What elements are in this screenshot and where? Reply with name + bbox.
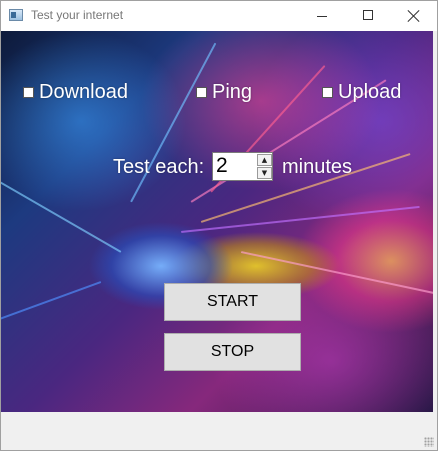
minimize-button[interactable]	[299, 1, 345, 31]
download-checkbox[interactable]: Download	[23, 80, 128, 103]
upload-checkbox[interactable]: Upload	[322, 80, 402, 103]
interval-value[interactable]: 2	[216, 154, 228, 178]
chevron-down-icon: ▼	[261, 169, 268, 177]
window-title: Test your internet	[31, 8, 124, 22]
chevron-up-icon: ▲	[261, 156, 268, 164]
download-checkbox-label: Download	[39, 80, 128, 103]
ping-checkbox[interactable]: Ping	[196, 80, 253, 103]
test-each-label: Test each:	[113, 156, 205, 178]
resize-grip[interactable]	[424, 437, 434, 447]
upload-checkbox-box[interactable]	[322, 86, 333, 98]
ping-checkbox-label: Ping	[212, 80, 253, 103]
close-icon	[407, 9, 421, 23]
app-window-icon	[9, 9, 23, 21]
background-image: Download Ping Upload Test each: 2 ▲ ▼ mi…	[1, 31, 433, 412]
close-button[interactable]	[391, 1, 437, 31]
fiber-strand	[180, 205, 420, 233]
start-button[interactable]: START	[164, 283, 301, 321]
spin-up-button[interactable]: ▲	[257, 154, 272, 166]
spin-down-button[interactable]: ▼	[257, 167, 272, 179]
ping-checkbox-box[interactable]	[196, 86, 207, 98]
fiber-strand	[1, 171, 122, 253]
upload-checkbox-label: Upload	[338, 80, 402, 103]
minimize-icon	[317, 16, 327, 17]
stop-button[interactable]: STOP	[164, 333, 301, 371]
interval-spinbox[interactable]: 2 ▲ ▼	[212, 152, 273, 181]
maximize-button[interactable]	[345, 1, 391, 31]
title-bar[interactable]: Test your internet	[1, 1, 437, 31]
minutes-label: minutes	[282, 156, 353, 178]
app-window: Test your internet Download Ping Upload …	[0, 0, 438, 451]
fiber-strand	[1, 281, 102, 335]
download-checkbox-box[interactable]	[23, 86, 34, 98]
maximize-icon	[363, 10, 373, 20]
